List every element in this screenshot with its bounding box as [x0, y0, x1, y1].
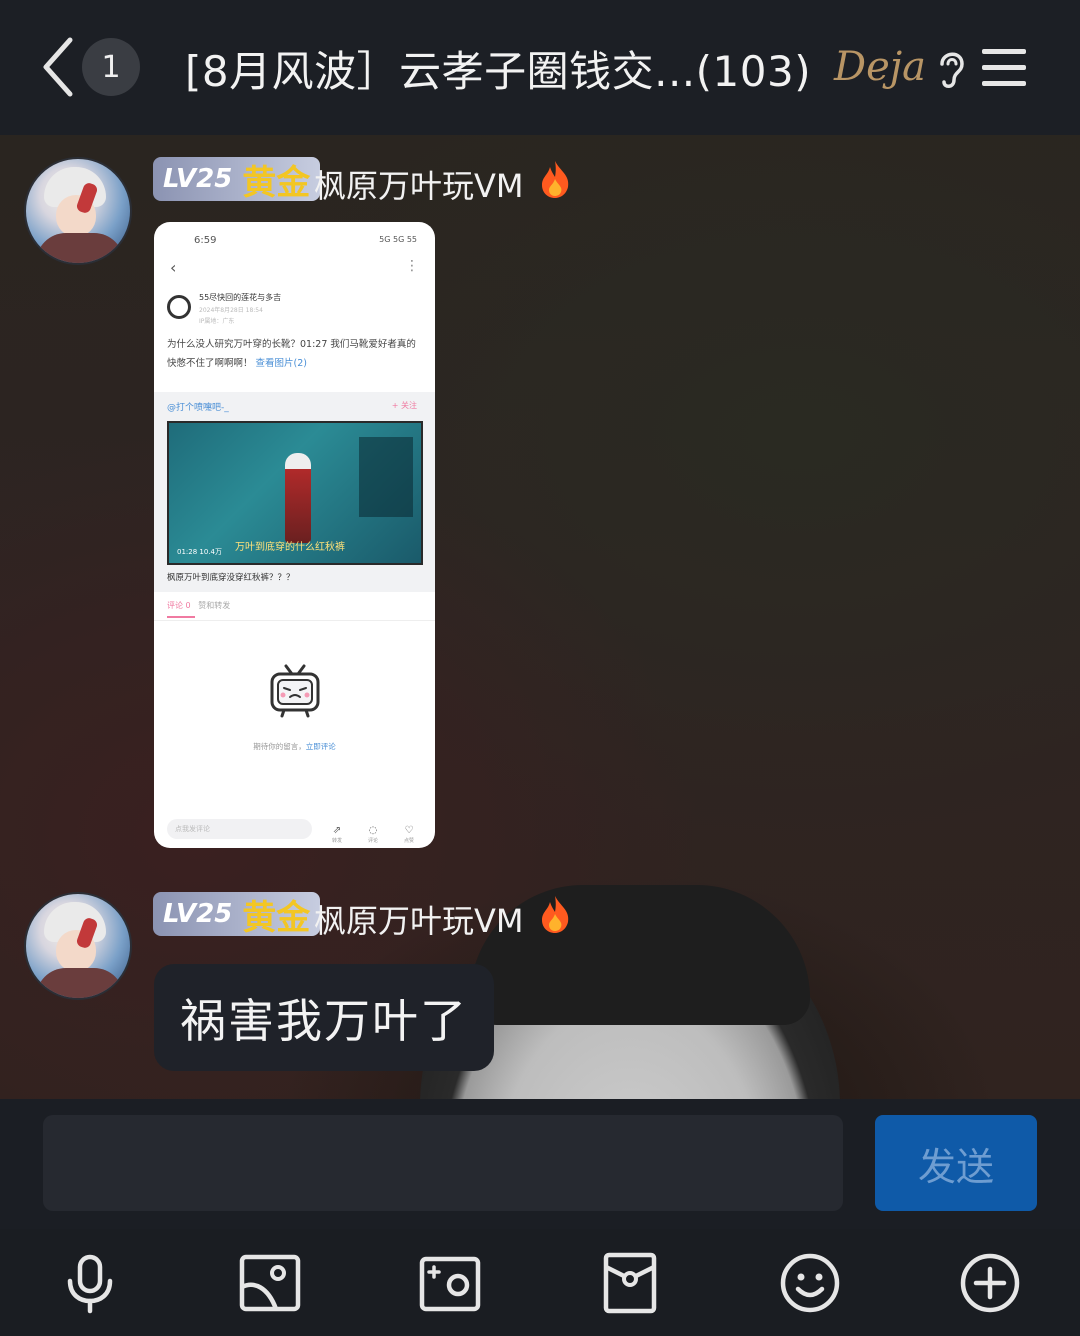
video-title: 枫原万叶到底穿没穿红秋裤？？？ [167, 573, 295, 583]
image-message-screenshot[interactable]: 6:59 5G 5G 55 ‹ ⋮ 55尽快回的莲花与多吉 2024年8月28日… [154, 222, 435, 848]
sender-avatar[interactable] [24, 892, 132, 1000]
share-label: 转发 [331, 838, 342, 844]
rank-text: 黄金 [242, 162, 311, 203]
emoji-icon[interactable] [778, 1251, 842, 1315]
plus-icon[interactable] [958, 1251, 1022, 1315]
group-title: [8月风波］云孝子圈钱交...(103) [185, 47, 812, 96]
comment-action: ◌ 评论 [363, 818, 383, 844]
menu-icon[interactable] [980, 46, 1028, 90]
post-body: 为什么没人研究万叶穿的长靴？01:27 我们马靴爱好者真的快憋不住了啊啊啊！ 查… [167, 335, 422, 373]
screenshot-comment-input: 点我发评论 [167, 819, 312, 839]
video-meta: 01:28 10.4万 [177, 547, 222, 557]
fire-icon [542, 161, 569, 198]
follow-link: + 关注 [391, 401, 417, 410]
divider [154, 620, 435, 621]
tab-comments: 评论 0 [167, 601, 191, 610]
unread-count-badge[interactable]: 1 [82, 38, 140, 96]
post-author-avatar [167, 295, 191, 319]
tab-underline [167, 616, 195, 618]
like-action: ♡ 点赞 [399, 818, 419, 844]
sender-name[interactable]: 枫原万叶玩VM [314, 896, 524, 942]
like-label: 点赞 [403, 838, 414, 844]
image-icon[interactable] [238, 1251, 302, 1315]
empty-comments: 期待你的留言，立即评论 [154, 741, 435, 752]
chat-header: 1 [8月风波］云孝子圈钱交...(103) Deja [0, 0, 1080, 135]
comment-tabs: 评论 0 赞和转发 [167, 600, 230, 611]
deja-logo: Deja [834, 44, 926, 90]
comment-icon: ◌ [368, 825, 378, 836]
status-indicators: 5G 5G 55 [379, 235, 417, 244]
like-icon: ♡ [404, 825, 414, 836]
post-image-link: 查看图片(2) [255, 358, 308, 369]
tv-mascot-icon [270, 664, 320, 718]
camera-icon[interactable] [418, 1251, 482, 1315]
level-badge: LV25 黄金 [153, 157, 321, 203]
empty-text: 期待你的留言， [253, 742, 306, 751]
sender-avatar[interactable] [24, 157, 132, 265]
red-packet-icon[interactable] [598, 1251, 662, 1315]
share-icon: ⇗ [332, 825, 342, 836]
fire-icon [542, 896, 569, 933]
back-arrow-icon[interactable] [36, 34, 86, 100]
chat-message-area[interactable]: LV25 黄金 枫原万叶玩VM 6:59 5G 5G 55 ‹ ⋮ 55尽快回的… [0, 135, 1080, 1099]
bottom-toolbar [0, 1229, 1080, 1336]
level-text: LV25 [163, 164, 233, 194]
post-author: 55尽快回的莲花与多吉 [199, 293, 282, 302]
input-bar: 发送 [0, 1099, 1080, 1229]
comment-label: 评论 [367, 838, 378, 844]
comment-now-link: 立即评论 [305, 742, 336, 751]
screenshot-more-icon: ⋮ [405, 258, 419, 274]
sender-name[interactable]: 枫原万叶玩VM [314, 161, 524, 207]
video-stat-panel [359, 437, 413, 517]
tab-repost: 赞和转发 [198, 601, 231, 610]
video-overlay-caption: 万叶到底穿的什么红秋裤 [235, 542, 345, 553]
rank-text: 黄金 [242, 897, 311, 938]
screenshot-back-icon: ‹ [170, 258, 177, 277]
level-badge: LV25 黄金 [153, 892, 321, 938]
video-thumbnail: 万叶到底穿的什么红秋裤 01:28 10.4万 [167, 421, 423, 565]
post-location: IP属地：广东 [199, 318, 235, 325]
share-action: ⇗ 转发 [327, 818, 347, 844]
message-input[interactable] [43, 1115, 843, 1211]
at-user: @打个喷嚏吧-_ [167, 403, 229, 413]
send-button[interactable]: 发送 [875, 1115, 1037, 1211]
post-date: 2024年8月28日 18:54 [199, 307, 263, 314]
video-character [285, 453, 311, 543]
video-time: 01:28 [177, 548, 198, 556]
level-text: LV25 [163, 899, 233, 929]
earpiece-mode-icon[interactable] [934, 46, 970, 92]
text-message-bubble[interactable]: 祸害我万叶了 [154, 964, 494, 1071]
status-time: 6:59 [194, 235, 217, 246]
microphone-icon[interactable] [58, 1251, 122, 1315]
video-views: 10.4万 [199, 548, 223, 556]
